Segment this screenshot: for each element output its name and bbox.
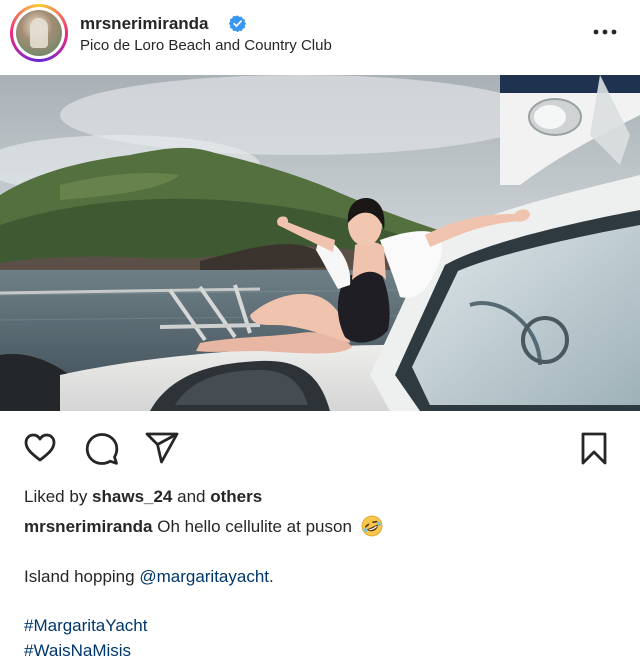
story-ring[interactable] [10,4,68,62]
bookmark-icon[interactable] [576,431,612,467]
caption-line2-prefix: Island hopping [24,567,140,586]
more-horizontal-icon[interactable] [590,24,620,40]
caption-line: mrsnerimiranda Oh hello cellulite at pus… [24,515,383,538]
caption-line-2: Island hopping @margaritayacht. [24,566,274,588]
verified-badge-icon [229,15,246,32]
caption-username[interactable]: mrsnerimiranda [24,517,153,536]
post-username[interactable]: mrsnerimiranda [80,14,209,34]
rofl-emoji-icon [361,515,383,537]
avatar[interactable] [16,10,62,56]
likes-middle: and [172,487,211,506]
hashtag-link[interactable]: #MargaritaYacht [24,615,147,637]
likes-others-link[interactable]: others [210,487,262,506]
likes-line: Liked by shaws_24 and others [24,486,262,508]
caption-text: Oh hello cellulite at puson [152,517,352,536]
likes-prefix: Liked by [24,487,93,506]
heart-icon[interactable] [22,430,58,466]
comment-icon[interactable] [84,431,120,467]
post-photo[interactable] [0,75,640,411]
caption-line2-suffix: . [269,567,274,586]
post-header: mrsnerimiranda Pico de Loro Beach and Co… [0,0,640,75]
hashtag-link[interactable]: #WaisNaMisis [24,640,131,662]
avatar-frame [13,7,65,59]
post-location[interactable]: Pico de Loro Beach and Country Club [80,37,332,55]
liker-username[interactable]: shaws_24 [92,487,172,506]
photo-illustration [0,75,640,411]
mention-link[interactable]: @margaritayacht [139,567,269,586]
send-icon[interactable] [144,430,180,466]
